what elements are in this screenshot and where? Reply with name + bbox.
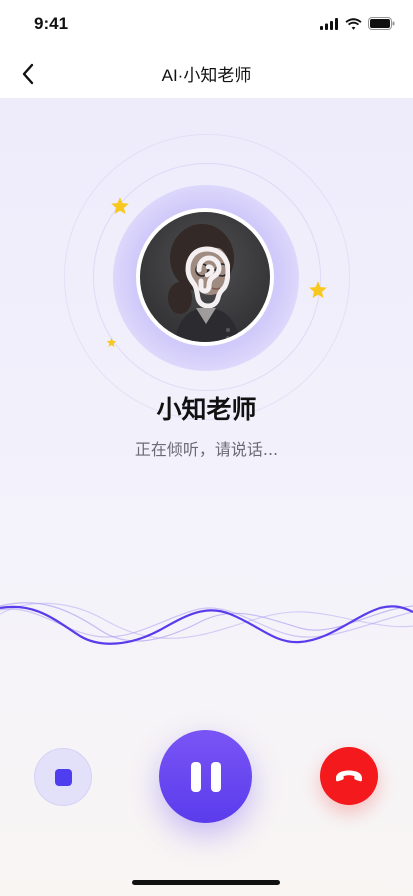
page-title: AI·小知老师 (161, 66, 252, 85)
hang-up-button[interactable] (320, 747, 378, 805)
status-icons (320, 17, 395, 30)
home-indicator (132, 880, 280, 885)
stop-icon (54, 768, 72, 786)
star-icon (309, 281, 327, 298)
wifi-icon (345, 17, 362, 30)
pause-icon (190, 761, 201, 792)
listening-status: 正在倾听，请说话... (134, 440, 279, 459)
star-icon (111, 197, 129, 214)
hang-up-icon (336, 770, 362, 782)
nav-bar: AI·小知老师 (0, 48, 413, 98)
voice-waveform (0, 602, 413, 645)
pause-button[interactable] (159, 730, 252, 823)
voice-call-screen: 9:41 AI·小知老师 小知老师 正在倾听，请说话... (0, 0, 413, 896)
battery-icon (368, 17, 395, 30)
pause-icon (210, 761, 221, 792)
assistant-name: 小知老师 (156, 395, 257, 424)
stop-button[interactable] (34, 748, 92, 806)
star-icon (106, 337, 117, 347)
signal-icon (320, 17, 338, 30)
status-bar: 9:41 (0, 0, 413, 48)
ear-icon (185, 246, 230, 308)
status-time: 9:41 (34, 14, 69, 33)
